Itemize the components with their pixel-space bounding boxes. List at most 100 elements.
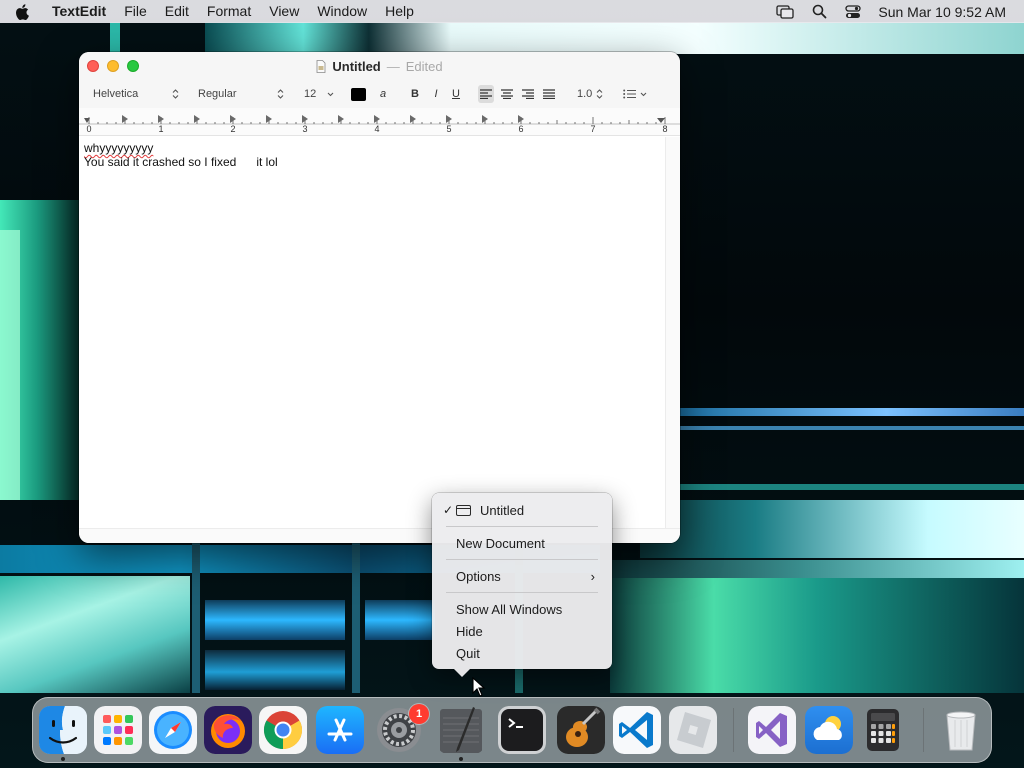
menu-item-quit[interactable]: Quit — [437, 643, 607, 663]
screen-mirroring-icon[interactable] — [768, 0, 802, 23]
text-color-well[interactable] — [351, 88, 366, 101]
highlight-label: a — [379, 88, 387, 100]
vertical-scroll-track[interactable] — [665, 137, 680, 528]
align-right-button[interactable] — [520, 85, 536, 103]
window-icon — [456, 504, 471, 516]
menu-window[interactable]: Window — [308, 0, 376, 23]
menu-item-window-untitled[interactable]: ✓ Untitled — [437, 500, 607, 520]
font-size-value: 12 — [304, 88, 317, 100]
menu-item-label: New Document — [456, 535, 545, 551]
menu-item-options[interactable]: Options › — [437, 566, 607, 586]
ruler[interactable]: 0 1 2 3 4 5 6 7 8 — [79, 108, 680, 136]
menu-separator — [446, 526, 598, 527]
wallpaper-shape — [205, 22, 1024, 54]
app-menu-textedit[interactable]: TextEdit — [44, 0, 115, 23]
align-justify-button[interactable] — [541, 85, 557, 103]
text-line-2: You said it crashed so I fixed it lol — [84, 155, 278, 169]
menu-bar-clock[interactable]: Sun Mar 10 9:52 AM — [870, 4, 1024, 20]
menu-item-label: Options — [456, 568, 501, 584]
menu-item-show-all-windows[interactable]: Show All Windows — [437, 599, 607, 619]
menu-edit[interactable]: Edit — [156, 0, 198, 23]
apple-logo-icon[interactable] — [0, 0, 44, 23]
wallpaper-shape — [205, 600, 345, 640]
launchpad-icon[interactable] — [94, 706, 142, 754]
align-center-icon — [501, 89, 513, 99]
chrome-icon[interactable] — [259, 706, 307, 754]
ruler-number: 0 — [86, 124, 92, 134]
terminal-icon[interactable] — [498, 706, 546, 754]
garageband-icon[interactable] — [557, 706, 605, 754]
ruler-number: 1 — [158, 124, 164, 134]
menu-separator — [446, 592, 598, 593]
calculator-icon[interactable] — [859, 706, 907, 754]
trash-icon[interactable] — [937, 706, 985, 754]
highlight-color-button[interactable]: a — [375, 85, 391, 103]
bullet-list-select[interactable] — [617, 85, 651, 103]
dock-context-menu: ✓ Untitled New Document Options › Show A… — [432, 493, 612, 677]
menu-item-label: Untitled — [480, 502, 525, 518]
font-size-combo[interactable]: 12 — [298, 85, 338, 103]
dock-divider — [923, 708, 924, 752]
textedit-window: Untitled — Edited Helvetica Regular 12 a… — [79, 52, 680, 543]
system-settings-icon[interactable]: 1 — [375, 704, 429, 754]
wallpaper-shape — [0, 576, 190, 693]
menu-item-label: Hide — [456, 623, 483, 639]
align-right-icon — [522, 89, 534, 99]
dock: 1 — [32, 697, 992, 763]
wallpaper-shape — [205, 650, 345, 690]
document-text-area[interactable]: whyyyyyyyyy You said it crashed so I fix… — [79, 137, 665, 528]
wallpaper-shape — [640, 500, 1024, 558]
font-family-select[interactable]: Helvetica — [87, 85, 183, 103]
visual-studio-icon[interactable] — [748, 706, 796, 754]
wallpaper-shape — [0, 230, 20, 500]
window-titlebar[interactable]: Untitled — Edited — [79, 52, 680, 80]
align-left-button[interactable] — [478, 85, 494, 103]
document-state: Edited — [405, 58, 443, 74]
checkmark-icon: ✓ — [443, 503, 454, 517]
finder-icon[interactable] — [39, 706, 87, 754]
wallpaper-shape — [680, 426, 1024, 430]
wallpaper-shape — [580, 560, 1024, 580]
spotlight-search-icon[interactable] — [802, 0, 836, 23]
underline-button[interactable]: U — [450, 85, 462, 103]
ruler-number: 2 — [230, 124, 236, 134]
mouse-pointer-icon — [472, 677, 486, 697]
safari-icon[interactable] — [149, 706, 197, 754]
notification-badge: 1 — [409, 704, 429, 724]
firefox-icon[interactable] — [204, 706, 252, 754]
menu-item-label: Show All Windows — [456, 601, 563, 617]
control-center-icon[interactable] — [836, 0, 870, 23]
menu-view[interactable]: View — [260, 0, 308, 23]
chevron-down-icon — [640, 92, 647, 97]
roblox-icon[interactable] — [669, 706, 717, 754]
wallpaper-shape — [680, 408, 1024, 416]
menu-item-label: Quit — [456, 645, 480, 661]
bullet-list-icon — [623, 89, 636, 99]
running-indicator — [61, 757, 65, 761]
textedit-icon[interactable] — [437, 706, 485, 754]
menu-item-new-document[interactable]: New Document — [437, 533, 607, 553]
wallpaper-shape — [610, 578, 1024, 693]
menu-help[interactable]: Help — [376, 0, 423, 23]
menu-bar: TextEdit File Edit Format View Window He… — [0, 0, 1024, 23]
vscode-icon[interactable] — [613, 706, 661, 754]
italic-label: I — [434, 88, 438, 100]
align-left-icon — [480, 89, 492, 99]
menu-item-hide[interactable]: Hide — [437, 621, 607, 641]
weather-icon[interactable] — [805, 706, 853, 754]
ruler-number: 8 — [662, 124, 668, 134]
chevron-down-icon — [327, 92, 334, 97]
menu-file[interactable]: File — [115, 0, 156, 23]
wallpaper-shape — [192, 540, 200, 693]
title-separator: — — [386, 58, 400, 74]
font-style-select[interactable]: Regular — [192, 85, 288, 103]
line-spacing-select[interactable]: 1.0 — [571, 85, 607, 103]
italic-button[interactable]: I — [430, 85, 442, 103]
updown-chevron-icon — [596, 89, 603, 99]
ruler-number: 4 — [374, 124, 380, 134]
document-proxy-icon[interactable] — [316, 59, 326, 73]
bold-button[interactable]: B — [409, 85, 421, 103]
app-store-icon[interactable] — [316, 706, 364, 754]
align-center-button[interactable] — [499, 85, 515, 103]
menu-format[interactable]: Format — [198, 0, 260, 23]
